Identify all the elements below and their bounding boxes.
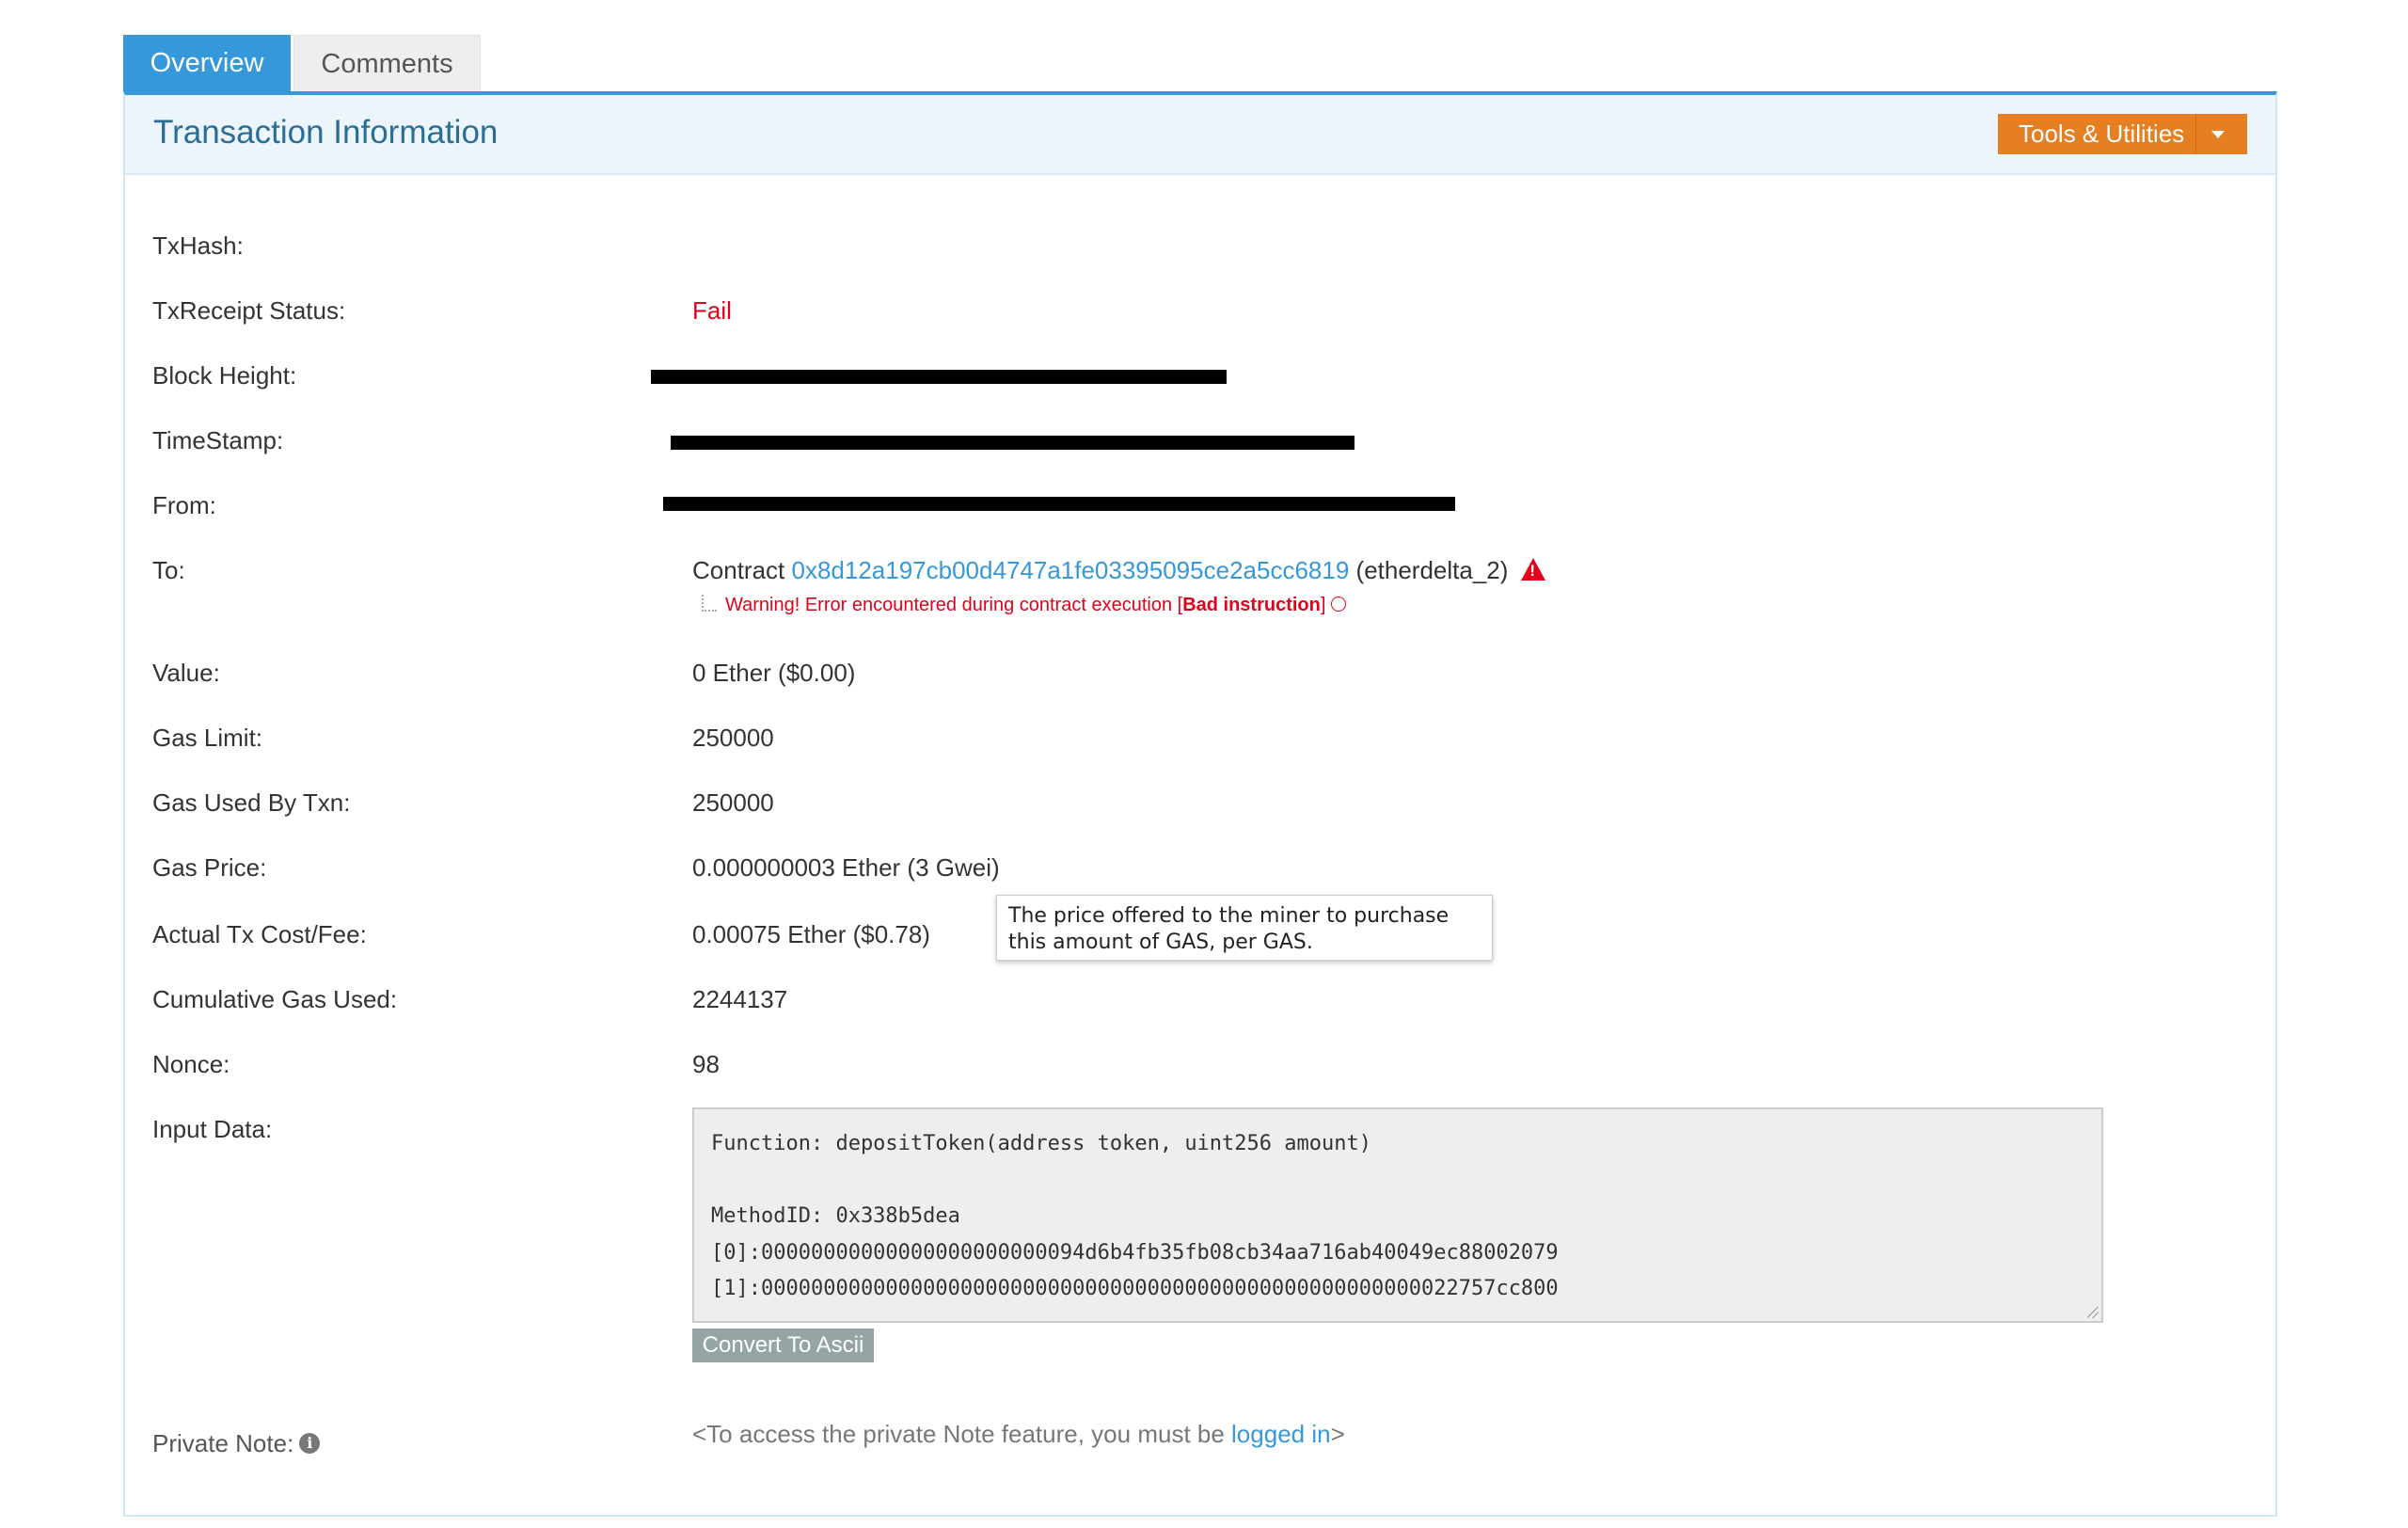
gas-used-label: Gas Used By Txn:	[152, 788, 351, 817]
tree-connector	[702, 595, 717, 612]
tools-utilities-button[interactable]: Tools & Utilities	[1998, 114, 2247, 154]
gas-limit-label: Gas Limit:	[152, 724, 263, 752]
gas-used-value: 250000	[692, 788, 774, 817]
private-note-text: <To access the private Note feature, you…	[692, 1420, 1345, 1449]
input-data-textarea[interactable]: Function: depositToken(address token, ui…	[692, 1107, 2103, 1323]
cumulative-gas-value: 2244137	[692, 985, 788, 1013]
actual-fee-value: 0.00075 Ether ($0.78)	[692, 920, 930, 948]
to-label: To:	[152, 556, 185, 584]
execution-warning: Warning! Error encountered during contra…	[725, 595, 1347, 616]
nonce-label: Nonce:	[152, 1050, 230, 1078]
resize-grip-icon[interactable]	[2087, 1307, 2099, 1318]
actual-fee-label: Actual Tx Cost/Fee:	[152, 920, 367, 948]
value-value: 0 Ether ($0.00)	[692, 659, 856, 687]
nonce-value: 98	[692, 1050, 720, 1078]
block-height-label: Block Height:	[152, 361, 297, 390]
receipt-status-value: Fail	[692, 296, 732, 325]
tab-overview[interactable]: Overview	[123, 35, 291, 92]
warning-bold: Bad instruction	[1182, 595, 1321, 615]
cumulative-gas-label: Cumulative Gas Used:	[152, 985, 398, 1013]
block-height-value-redacted	[701, 357, 1228, 370]
private-note-prefix: <To access the private Note feature, you…	[692, 1420, 1232, 1448]
gas-price-label: Gas Price:	[152, 853, 267, 882]
gas-price-value[interactable]: 0.000000003 Ether (3 Gwei)	[692, 853, 1000, 883]
tab-comments[interactable]: Comments	[293, 35, 481, 92]
receipt-status-label: TxReceipt Status:	[152, 296, 346, 325]
contract-name: (etherdelta_2)	[1355, 556, 1509, 584]
private-note-suffix: >	[1330, 1420, 1345, 1448]
from-label: From:	[152, 491, 216, 519]
private-note-label-text: Private Note:	[152, 1429, 294, 1457]
chevron-down-icon	[2211, 131, 2225, 138]
redaction-bar-timestamp	[671, 436, 1354, 450]
warning-suffix: ]	[1320, 595, 1326, 615]
private-note-label: Private Note: i	[152, 1429, 321, 1458]
frown-icon	[1331, 596, 1347, 612]
redaction-bar-block-height	[651, 370, 1227, 384]
tab-bar: Overview Comments	[123, 35, 481, 92]
input-data-label: Input Data:	[152, 1115, 273, 1143]
to-value: Contract 0x8d12a197cb00d4747a1fe03395095…	[692, 556, 1546, 585]
txhash-label: TxHash:	[152, 231, 244, 260]
input-arg-0: [0]:00000000000000000000000094d6b4fb35fb…	[711, 1240, 1559, 1265]
info-icon[interactable]: i	[299, 1433, 321, 1455]
input-arg-1: [1]:000000000000000000000000000000000000…	[711, 1277, 1559, 1300]
gas-limit-value: 250000	[692, 724, 774, 752]
contract-address-link[interactable]: 0x8d12a197cb00d4747a1fe03395095ce2a5cc68…	[792, 556, 1350, 584]
panel-title: Transaction Information	[153, 114, 499, 151]
warning-prefix: Warning! Error encountered during contra…	[725, 595, 1183, 615]
to-prefix: Contract	[692, 556, 785, 584]
value-label: Value:	[152, 659, 220, 687]
tools-utilities-label: Tools & Utilities	[2019, 119, 2185, 148]
caret-separator	[2195, 114, 2196, 154]
input-function: Function: depositToken(address token, ui…	[711, 1132, 1371, 1155]
gas-price-tooltip: The price offered to the miner to purcha…	[996, 895, 1493, 961]
convert-to-ascii-button[interactable]: Convert To Ascii	[692, 1329, 874, 1362]
redaction-bar-from	[663, 497, 1455, 511]
panel-header: Transaction Information Tools & Utilitie…	[125, 95, 2275, 175]
login-link[interactable]: logged in	[1231, 1420, 1331, 1448]
warning-triangle-icon	[1521, 558, 1546, 581]
input-method-id: MethodID: 0x338b5dea	[711, 1204, 960, 1228]
timestamp-label: TimeStamp:	[152, 426, 284, 454]
